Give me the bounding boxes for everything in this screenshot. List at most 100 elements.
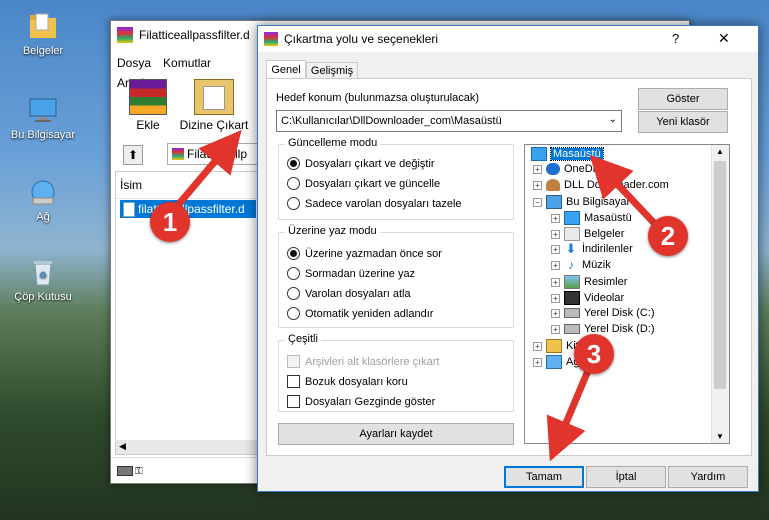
tree-item-disk-d[interactable]: + Yerel Disk (D:) [551,323,655,335]
expand-icon[interactable]: + [551,260,560,270]
extract-dialog: Çıkartma yolu ve seçenekleri ? ✕ Genel G… [257,25,759,492]
radio[interactable] [287,197,300,210]
expand-icon[interactable]: + [551,293,560,303]
desktop-icon-this-pc[interactable]: Bu Bilgisayar [8,94,78,141]
collapse-icon[interactable]: − [533,197,542,207]
toolbar-extract-button[interactable]: Dizine Çıkart [177,77,251,133]
desktop-icon-label: Çöp Kutusu [14,291,72,303]
misc-option-show-explorer[interactable]: Dosyaları Gezginde göster [287,395,435,408]
folder-tree[interactable]: Masaüstü + OneDrive + DLL Downloader.com… [524,144,730,444]
radio[interactable] [287,287,300,300]
checkbox[interactable] [287,375,300,388]
radio-selected[interactable] [287,247,300,260]
dest-combobox[interactable]: C:\Kullanıcılar\DllDownloader_com\Masaüs… [276,110,622,132]
misc-group: Çeşitli Arşivleri alt klasörlere çıkart … [278,333,514,412]
tree-item-desktop-root[interactable]: Masaüstü [531,147,604,161]
tree-item-disk-c[interactable]: + Yerel Disk (C:) [551,307,655,319]
library-icon [546,339,562,353]
dest-label: Hedef konum (bulunmazsa oluşturulacak) [276,92,479,104]
dialog-title: Çıkartma yolu ve seçenekleri [284,32,439,46]
tab-gelismis[interactable]: Gelişmiş [306,62,358,79]
help-icon[interactable]: ? [672,31,679,46]
path-value: Filatticeallp [187,147,248,161]
tree-item-network[interactable]: + Ağ [533,355,579,369]
overwrite-option-rename[interactable]: Otomatik yeniden adlandır [287,307,433,320]
expand-icon[interactable]: + [551,244,560,254]
toolbar-add-button[interactable]: Ekle [123,77,173,133]
tree-vertical-scrollbar[interactable]: ▲ ▼ [711,145,729,443]
expand-icon[interactable]: + [533,180,542,190]
drive-icon [564,308,580,318]
save-settings-button[interactable]: Ayarları kaydet [278,423,514,445]
tree-item-desktop[interactable]: + Masaüstü [551,211,632,225]
expand-icon[interactable]: + [551,324,560,334]
up-folder-button[interactable]: ⬆ [123,145,143,165]
dest-value: C:\Kullanıcılar\DllDownloader_com\Masaüs… [281,115,502,127]
desktop-icon-recycle-bin[interactable]: ♻ Çöp Kutusu [8,256,78,303]
key-icon: ⚿ [135,466,143,477]
extract-folder-icon [194,79,234,115]
scroll-thumb[interactable] [714,161,726,389]
tree-item-onedrive[interactable]: + OneDrive [533,163,610,175]
radio[interactable] [287,177,300,190]
desktop-icon-label: Ağ [36,211,50,223]
pictures-icon [564,275,580,289]
expand-icon[interactable]: + [533,164,542,174]
expand-icon[interactable]: + [551,213,560,223]
dialog-app-icon [264,32,278,46]
expand-icon[interactable]: + [551,308,560,318]
misc-option-keep-broken[interactable]: Bozuk dosyaları koru [287,375,408,388]
update-option-replace[interactable]: Dosyaları çıkart ve değiştir [287,157,435,170]
tree-item-pictures[interactable]: + Resimler [551,275,627,289]
expand-icon[interactable]: + [551,277,560,287]
column-header-name[interactable]: İsim [116,172,258,199]
checkbox-disabled [287,355,300,368]
expand-icon[interactable]: + [551,229,560,239]
user-icon [546,179,560,191]
overwrite-mode-title: Üzerine yaz modu [285,225,380,237]
callout-1: 1 [150,202,190,242]
network-icon [546,355,562,369]
update-mode-title: Güncelleme modu [285,137,381,149]
update-mode-group: Güncelleme modu Dosyaları çıkart ve deği… [278,137,514,220]
menu-komutlar[interactable]: Komutlar [157,53,217,73]
checkbox[interactable] [287,395,300,408]
path-box[interactable]: Filatticeallp [167,143,259,165]
radio-selected[interactable] [287,157,300,170]
radio[interactable] [287,307,300,320]
show-button[interactable]: Göster [638,88,728,110]
chevron-down-icon: ⌄ [608,114,617,125]
tree-item-this-pc[interactable]: − Bu Bilgisayar [533,195,630,209]
update-option-freshen[interactable]: Sadece varolan dosyaları tazele [287,197,462,210]
expand-icon[interactable]: + [533,341,542,351]
winrar-app-icon [117,27,133,43]
tree-item-videos[interactable]: + Videolar [551,291,624,305]
ok-button[interactable]: Tamam [504,466,584,488]
computer-icon [546,195,562,209]
help-button[interactable]: Yardım [668,466,748,488]
expand-icon[interactable]: + [533,357,542,367]
tree-item-music[interactable]: + ♪ Müzik [551,259,611,271]
overwrite-option-silent[interactable]: Sormadan üzerine yaz [287,267,415,280]
radio[interactable] [287,267,300,280]
tree-item-libraries[interactable]: + Kit [533,339,579,353]
overwrite-option-ask[interactable]: Üzerine yazmadan önce sor [287,247,442,260]
menu-dosya[interactable]: Dosya [111,53,157,73]
overwrite-option-skip[interactable]: Varolan dosyaları atla [287,287,411,300]
update-option-update[interactable]: Dosyaları çıkart ve güncelle [287,177,440,190]
desktop-icon-documents[interactable]: Belgeler [8,10,78,57]
cancel-button[interactable]: İptal [586,466,666,488]
tree-item-downloads[interactable]: + ⬇ İndirilenler [551,242,633,255]
tree-item-documents[interactable]: + Belgeler [551,227,624,241]
dialog-title-bar[interactable]: Çıkartma yolu ve seçenekleri ? ✕ [258,26,758,52]
new-folder-button[interactable]: Yeni klasör [638,111,728,133]
tab-genel[interactable]: Genel [266,60,306,79]
documents-icon [564,227,580,241]
network-icon [27,176,59,208]
tree-item-user[interactable]: + DLL Downloader.com [533,179,669,191]
desktop-icon-network[interactable]: Ağ [8,176,78,223]
file-icon [123,202,135,217]
horizontal-scrollbar[interactable]: ◀ [116,440,258,454]
close-icon[interactable]: ✕ [718,30,730,47]
folder-icon [27,10,59,42]
